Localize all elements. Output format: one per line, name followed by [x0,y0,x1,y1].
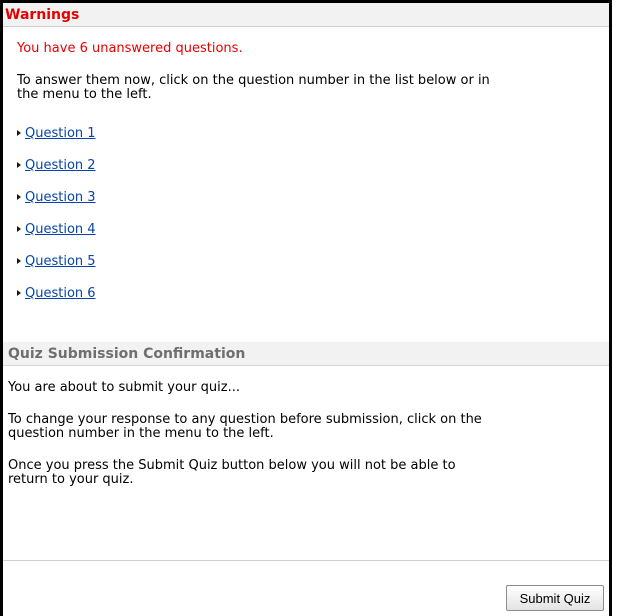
bullet-arrow-icon [17,161,21,168]
submit-warning-line-1: Once you press the Submit Quiz button be… [8,458,456,473]
question-4-link[interactable]: Question 4 [25,222,96,237]
about-to-submit-text: You are about to submit your quiz... [8,380,240,395]
question-list-item: Question 6 [17,286,96,302]
bullet-arrow-icon [17,225,21,232]
question-list-item: Question 2 [17,158,96,174]
submit-quiz-button[interactable]: Submit Quiz [506,585,604,611]
change-response-line-1: To change your response to any question … [8,412,482,427]
bullet-arrow-icon [17,257,21,264]
warnings-header: Warnings [3,3,609,27]
footer-divider [3,560,609,561]
question-1-link[interactable]: Question 1 [25,126,96,141]
instruction-line-1: To answer them now, click on the questio… [17,73,490,88]
question-list-item: Question 1 [17,126,96,142]
warnings-title: Warnings [5,7,80,23]
question-6-link[interactable]: Question 6 [25,286,96,301]
change-response-line-2: question number in the menu to the left. [8,426,274,441]
question-list-item: Question 3 [17,190,96,206]
bullet-arrow-icon [17,193,21,200]
question-list-item: Question 5 [17,254,96,270]
submission-confirmation-title: Quiz Submission Confirmation [8,346,246,362]
bullet-arrow-icon [17,289,21,296]
question-5-link[interactable]: Question 5 [25,254,96,269]
bullet-arrow-icon [17,129,21,136]
question-list-item: Question 4 [17,222,96,238]
unanswered-message: You have 6 unanswered questions. [17,41,243,56]
question-3-link[interactable]: Question 3 [25,190,96,205]
question-2-link[interactable]: Question 2 [25,158,96,173]
submit-warning-line-2: return to your quiz. [8,472,134,487]
submission-confirmation-header: Quiz Submission Confirmation [3,342,609,366]
instruction-line-2: the menu to the left. [17,87,152,102]
